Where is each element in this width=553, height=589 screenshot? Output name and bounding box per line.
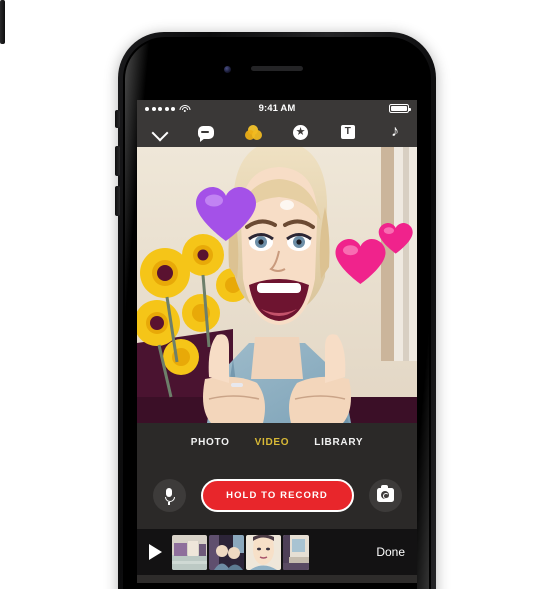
camera-flip-icon (376, 485, 394, 502)
speech-bubble-icon (198, 125, 215, 142)
phone-screen: 9:41 AM ★ T ♪ PHOTO VIDEO LIBRARY HOLD T… (137, 100, 417, 583)
clip-thumbnail-1[interactable] (172, 534, 207, 570)
hold-to-record-button[interactable]: HOLD TO RECORD (200, 478, 354, 512)
comic-filtered-video-frame (137, 147, 417, 423)
star-glyph: ★ (295, 125, 306, 138)
clip-thumbnails (172, 534, 309, 570)
music-button[interactable]: ♪ (384, 121, 406, 143)
chevron-down-icon (153, 126, 166, 139)
text-icon: T (340, 125, 355, 139)
status-bar: 9:41 AM (137, 100, 417, 117)
battery-full-icon (389, 104, 411, 113)
done-button[interactable]: Done (376, 545, 405, 559)
star-icon: ★ (293, 124, 309, 140)
text-button[interactable]: T (337, 121, 359, 143)
mode-library[interactable]: LIBRARY (314, 437, 363, 448)
mode-video[interactable]: VIDEO (255, 437, 290, 448)
clip-4-image (283, 534, 309, 570)
editor-toolbar: ★ T ♪ (137, 117, 417, 147)
camera-flip-button[interactable] (368, 478, 402, 512)
front-camera-lens (224, 66, 231, 73)
mute-switch[interactable] (115, 110, 120, 128)
play-icon[interactable] (149, 544, 162, 560)
record-controls: HOLD TO RECORD (137, 461, 417, 529)
clip-3-image (246, 534, 281, 570)
camera-preview[interactable] (137, 147, 417, 423)
mode-photo[interactable]: PHOTO (191, 437, 230, 448)
filters-icon (244, 124, 262, 140)
clip-timeline: Done (137, 529, 417, 575)
clip-thumbnail-4[interactable] (283, 534, 309, 570)
volume-up-button[interactable] (115, 146, 120, 176)
clip-thumbnail-2[interactable] (209, 534, 244, 570)
status-bar-time: 9:41 AM (258, 103, 296, 114)
status-bar-right (389, 104, 411, 113)
clip-1-image (172, 534, 207, 570)
clip-2-image (209, 534, 244, 570)
volume-down-button[interactable] (115, 186, 120, 216)
music-note-icon: ♪ (390, 123, 399, 140)
comic-bubble-button[interactable] (195, 121, 217, 143)
microphone-button[interactable] (152, 478, 186, 512)
earpiece-speaker (250, 66, 303, 71)
clip-thumbnail-3[interactable] (246, 534, 281, 570)
mode-selector: PHOTO VIDEO LIBRARY (137, 423, 417, 461)
stickers-button[interactable]: ★ (290, 121, 312, 143)
screen-lower-bezel (137, 583, 417, 589)
microphone-icon (165, 487, 175, 505)
collapse-chevron-button[interactable] (148, 121, 170, 143)
filters-button[interactable] (242, 121, 264, 143)
power-button[interactable] (0, 0, 5, 44)
screenshot-root: 9:41 AM ★ T ♪ PHOTO VIDEO LIBRARY HOLD T… (0, 0, 553, 589)
